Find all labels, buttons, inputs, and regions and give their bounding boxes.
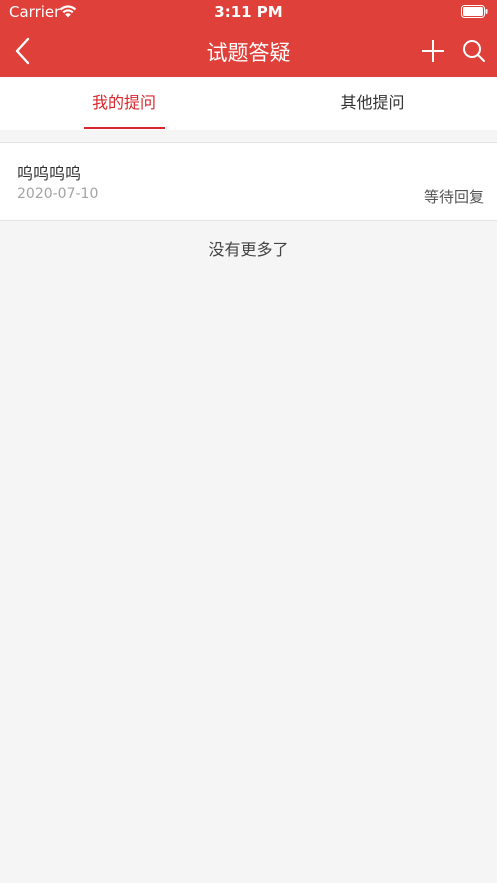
back-icon[interactable] — [12, 37, 34, 65]
active-tab-indicator — [84, 127, 165, 129]
tab-my-questions[interactable]: 我的提问 — [0, 77, 248, 130]
navigation-bar: 试题答疑 — [0, 25, 497, 77]
top-bar: Carrier 3:11 PM 试题答疑 — [0, 0, 497, 77]
list-item[interactable]: 呜呜呜呜 2020-07-10 等待回复 — [0, 143, 497, 220]
question-status: 等待回复 — [423, 188, 484, 206]
question-list: 呜呜呜呜 2020-07-10 等待回复 — [0, 142, 497, 221]
battery-icon — [461, 5, 488, 18]
tab-other-questions[interactable]: 其他提问 — [248, 77, 497, 130]
question-title: 呜呜呜呜 — [17, 164, 82, 183]
search-icon[interactable] — [461, 38, 487, 64]
status-bar: Carrier 3:11 PM — [0, 0, 497, 25]
question-date: 2020-07-10 — [17, 186, 99, 202]
no-more-label: 没有更多了 — [208, 240, 289, 259]
clock: 3:11 PM — [214, 3, 283, 21]
app-root: Carrier 3:11 PM 试题答疑 我的提问 其他提问 呜呜呜呜 2020… — [0, 0, 497, 883]
tab-bar: 我的提问 其他提问 — [0, 77, 497, 130]
plus-icon[interactable] — [420, 38, 446, 64]
